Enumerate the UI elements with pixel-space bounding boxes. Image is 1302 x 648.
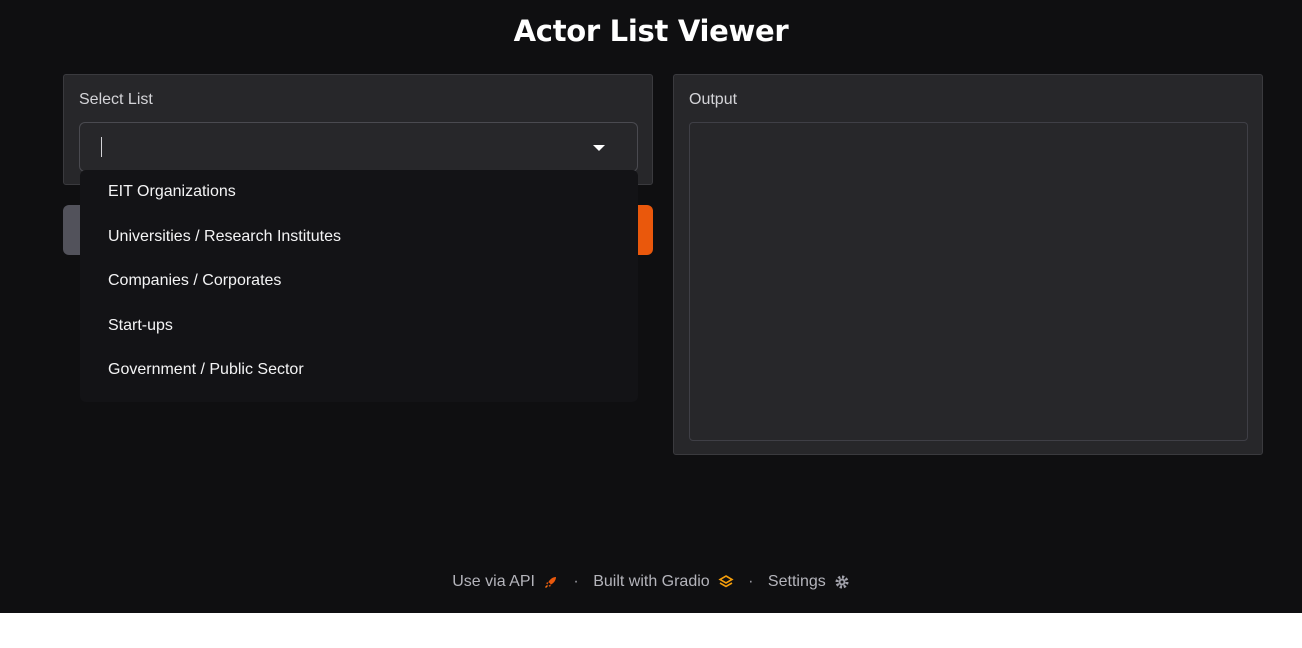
settings-link[interactable]: Settings	[768, 573, 850, 591]
dropdown-option-eit-organizations[interactable]: EIT Organizations	[108, 183, 236, 201]
select-list-input[interactable]	[110, 135, 580, 159]
output-label: Output	[689, 91, 738, 108]
use-via-api-link[interactable]: Use via API	[452, 573, 559, 591]
built-with-gradio-label: Built with Gradio	[593, 573, 710, 590]
dropdown-option-universities[interactable]: Universities / Research Institutes	[108, 228, 341, 246]
built-with-gradio-link[interactable]: Built with Gradio	[593, 573, 734, 591]
output-panel: Output	[673, 74, 1263, 455]
use-via-api-label: Use via API	[452, 573, 535, 590]
select-list-panel: Select List	[63, 74, 653, 185]
select-list-dropdown[interactable]	[79, 122, 638, 172]
page-title: Actor List Viewer	[513, 14, 789, 48]
output-textbox[interactable]	[689, 122, 1248, 441]
footer-separator: ·	[748, 573, 754, 591]
text-cursor	[101, 137, 102, 157]
chevron-down-icon[interactable]	[593, 145, 605, 151]
dropdown-option-start-ups[interactable]: Start-ups	[108, 317, 173, 335]
gradio-logo-icon	[718, 574, 734, 590]
gear-icon	[834, 574, 850, 590]
settings-label: Settings	[767, 573, 826, 590]
rocket-icon	[543, 574, 559, 590]
dropdown-option-government[interactable]: Government / Public Sector	[108, 361, 304, 379]
app-container: Actor List Viewer Select List Output EIT…	[0, 0, 1302, 613]
select-list-label: Select List	[79, 91, 153, 108]
footer: Use via API · Built with Gradio · Settin…	[0, 573, 1302, 591]
dropdown-option-companies[interactable]: Companies / Corporates	[108, 272, 281, 290]
footer-separator: ·	[573, 573, 579, 591]
dropdown-options-list: EIT Organizations Universities / Researc…	[80, 170, 638, 402]
